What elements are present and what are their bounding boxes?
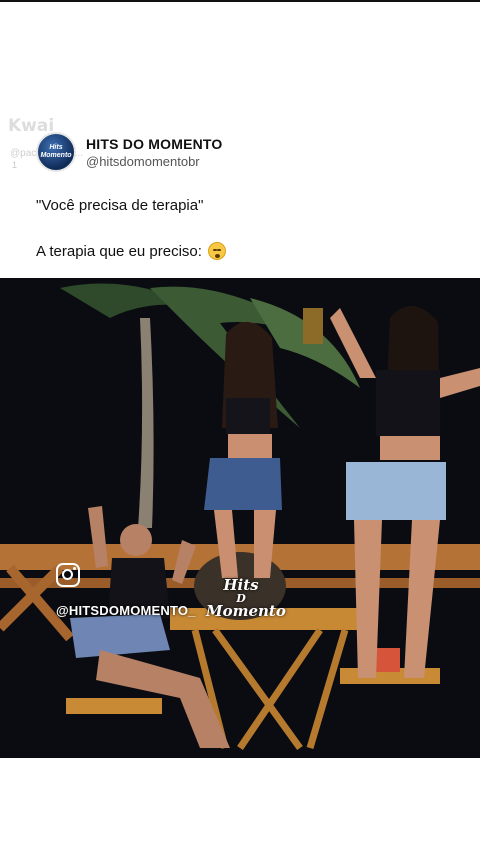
post-text-line-2: A terapia que eu preciso: [36,242,202,260]
post-header: Hits Momento HITS DO MOMENTO @hitsdomomen… [36,130,223,174]
post-text-line-1: "Você precisa de terapia" [36,197,204,214]
face-with-open-mouth-emoji-icon [207,242,226,260]
author-names: HITS DO MOMENTO @hitsdomomentobr [86,136,223,169]
avatar[interactable]: Hits Momento [36,132,76,172]
post-text-line-2-container: A terapia que eu preciso: [36,242,226,260]
logo-line-1: Hits [223,576,259,594]
logo-line-3: Momento [206,602,286,620]
instagram-icon [56,563,80,587]
video-player[interactable]: @HITSDOMOMENTO_ Hits D Momento [0,278,480,758]
watermark-extra: 1 [12,160,18,170]
author-handle[interactable]: @hitsdomomentobr [86,154,223,169]
video-frame [0,278,480,758]
status-bar-edge [0,0,480,2]
instagram-handle: @HITSDOMOMENTO_ [56,603,196,618]
display-name[interactable]: HITS DO MOMENTO [86,136,223,152]
hits-do-momento-logo: Hits D Momento [206,576,286,632]
